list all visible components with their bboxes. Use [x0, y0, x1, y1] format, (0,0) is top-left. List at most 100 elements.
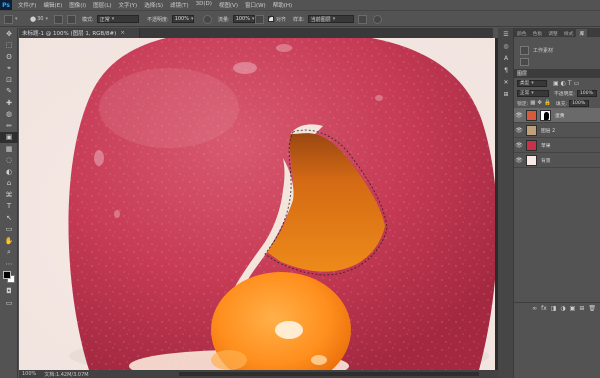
brush-preset-picker[interactable]: ● 30	[30, 15, 48, 23]
path-select-tool-icon[interactable]: ↖	[0, 212, 18, 224]
tool-preset-picker[interactable]	[4, 14, 18, 24]
new-group-icon[interactable]: ▣	[570, 305, 576, 312]
aligned-checkbox[interactable]	[268, 14, 274, 22]
layer-row[interactable]: 👁 图层 2	[514, 123, 600, 138]
visibility-eye-icon[interactable]: 👁	[514, 157, 524, 164]
layer-fill-input[interactable]: 100%	[569, 99, 590, 107]
cloud-icon[interactable]	[520, 58, 529, 66]
zoom-tool-icon[interactable]: ⌕	[0, 247, 18, 259]
adjustment-layer-icon[interactable]: ◑	[560, 305, 565, 312]
eyedropper-tool-icon[interactable]: ✎	[0, 86, 18, 98]
lock-pixels-icon[interactable]: ▦	[530, 100, 535, 106]
fill-label: 填充:	[555, 101, 568, 107]
marquee-tool-icon[interactable]: ⬚	[0, 40, 18, 52]
tab-styles[interactable]: 样式	[561, 29, 577, 37]
shape-tool-icon[interactable]: ▭	[0, 224, 18, 236]
menu-help[interactable]: 帮助(H)	[273, 1, 292, 9]
menu-select[interactable]: 选择(S)	[144, 1, 163, 9]
lock-position-icon[interactable]: ✥	[537, 100, 542, 106]
menu-image[interactable]: 图像(I)	[69, 1, 86, 9]
layers-panel-title[interactable]: 图层	[517, 70, 527, 77]
menu-3d[interactable]: 3D(D)	[196, 1, 212, 9]
brush-tool-icon[interactable]: ◍	[0, 109, 18, 121]
screen-mode-icon[interactable]: ▭	[0, 297, 18, 309]
healing-brush-tool-icon[interactable]: ✚	[0, 97, 18, 109]
menu-view[interactable]: 视图(V)	[219, 1, 238, 9]
tab-libraries[interactable]: 库	[576, 29, 588, 37]
hand-tool-icon[interactable]: ✋	[0, 235, 18, 247]
foreground-color-swatch[interactable]	[3, 270, 11, 279]
quick-mask-icon[interactable]: ◘	[0, 286, 18, 298]
blend-mode-select[interactable]: 正常	[517, 89, 549, 97]
layer-row[interactable]: 👁 背景	[514, 153, 600, 168]
layer-kind-filter[interactable]: 类型	[517, 79, 547, 87]
tab-color[interactable]: 颜色	[514, 29, 530, 37]
menu-window[interactable]: 窗口(W)	[245, 1, 266, 9]
sample-select[interactable]: 当前图层	[307, 15, 354, 23]
layer-opacity-input[interactable]: 100%	[576, 89, 597, 97]
lasso-tool-icon[interactable]: ʘ	[0, 51, 18, 63]
add-mask-icon[interactable]: ◨	[551, 305, 557, 312]
artwork	[19, 38, 495, 370]
layers-panel-header: 图层	[514, 69, 600, 78]
menu-filter[interactable]: 滤镜(T)	[170, 1, 189, 9]
filter-shape-icon[interactable]: ▭	[574, 80, 580, 87]
menu-type[interactable]: 文字(Y)	[119, 1, 138, 9]
move-tool-icon[interactable]: ✥	[0, 28, 18, 40]
properties-panel-icon[interactable]: ◎	[498, 40, 514, 52]
pencil-tool-icon[interactable]: ✏	[0, 120, 18, 132]
link-layers-icon[interactable]: ∞	[532, 305, 537, 312]
layer-mask-thumbnail[interactable]	[540, 109, 551, 121]
tab-swatches[interactable]: 色板	[530, 29, 546, 37]
flow-input[interactable]: 100%	[232, 15, 255, 23]
crop-tool-icon[interactable]: ⊡	[0, 74, 18, 86]
new-layer-icon[interactable]: ⊞	[579, 305, 584, 312]
gradient-tool-icon[interactable]: ◐	[0, 166, 18, 178]
more-tools-icon[interactable]: ⋯	[0, 258, 18, 270]
layer-style-icon[interactable]: fx	[541, 305, 547, 312]
status-zoom[interactable]: 100%	[22, 371, 36, 377]
character-panel-icon[interactable]: A	[498, 52, 514, 64]
opacity-input[interactable]: 100%	[171, 15, 194, 23]
tools-presets-panel-icon[interactable]: ✕	[498, 76, 514, 88]
filter-type-icon[interactable]: T	[568, 80, 572, 87]
airbrush-icon[interactable]	[255, 14, 264, 24]
blur-tool-icon[interactable]: ⌂	[0, 178, 18, 190]
mode-select[interactable]: 正常	[96, 15, 139, 23]
dodge-tool-icon[interactable]: ⌘	[0, 189, 18, 201]
paragraph-panel-icon[interactable]: ¶	[498, 64, 514, 76]
quick-select-tool-icon[interactable]: ⌖	[0, 63, 18, 75]
history-brush-tool-icon[interactable]: ▦	[0, 143, 18, 155]
menu-layer[interactable]: 图层(L)	[93, 1, 111, 9]
eraser-tool-icon[interactable]: ◌	[0, 155, 18, 167]
library-selector[interactable]: 工作素材	[520, 46, 553, 55]
visibility-eye-icon[interactable]: 👁	[514, 112, 524, 119]
lock-all-icon[interactable]: 🔒	[544, 100, 551, 106]
pressure-size-icon[interactable]	[373, 14, 382, 24]
ignore-adjustment-layers-icon[interactable]	[358, 14, 367, 24]
brush-panel-toggle-icon[interactable]	[54, 14, 63, 24]
clone-stamp-tool-icon[interactable]: ▣	[0, 131, 18, 143]
canvas[interactable]	[19, 38, 495, 370]
layer-row[interactable]: 👁 苹果	[514, 138, 600, 153]
clone-source-panel-icon[interactable]	[67, 14, 76, 24]
close-document-icon[interactable]: ×	[120, 30, 125, 36]
tab-adjustments[interactable]: 调整	[545, 29, 561, 37]
menu-edit[interactable]: 编辑(E)	[43, 1, 62, 9]
layer-row[interactable]: 👁 蛋黄	[514, 108, 600, 123]
history-panel-icon[interactable]: ☰	[498, 28, 514, 40]
visibility-eye-icon[interactable]: 👁	[514, 127, 524, 134]
layer-opacity-label: 不透明度:	[554, 91, 575, 97]
type-tool-icon[interactable]: T	[0, 201, 18, 213]
menu-bar: Ps 文件(F) 编辑(E) 图像(I) 图层(L) 文字(Y) 选择(S) 滤…	[0, 0, 600, 10]
canvas-horizontal-scrollbar[interactable]	[179, 372, 479, 376]
document-tab[interactable]: 未标题-1 @ 100% (图层 1, RGB/8#) ×	[19, 28, 140, 38]
filter-pixel-icon[interactable]: ▣	[553, 80, 559, 87]
actions-panel-icon[interactable]: ⊞	[498, 88, 514, 100]
filter-adjustment-icon[interactable]: ◐	[561, 80, 566, 87]
pressure-opacity-icon[interactable]	[203, 14, 212, 24]
delete-layer-icon[interactable]: 🗑	[588, 305, 596, 312]
menu-file[interactable]: 文件(F)	[18, 1, 36, 9]
options-bar: ●30 模式: 正常 不透明度: 100% 流量: 100% 对齐 样本: 当前…	[0, 10, 600, 27]
visibility-eye-icon[interactable]: 👁	[514, 142, 524, 149]
